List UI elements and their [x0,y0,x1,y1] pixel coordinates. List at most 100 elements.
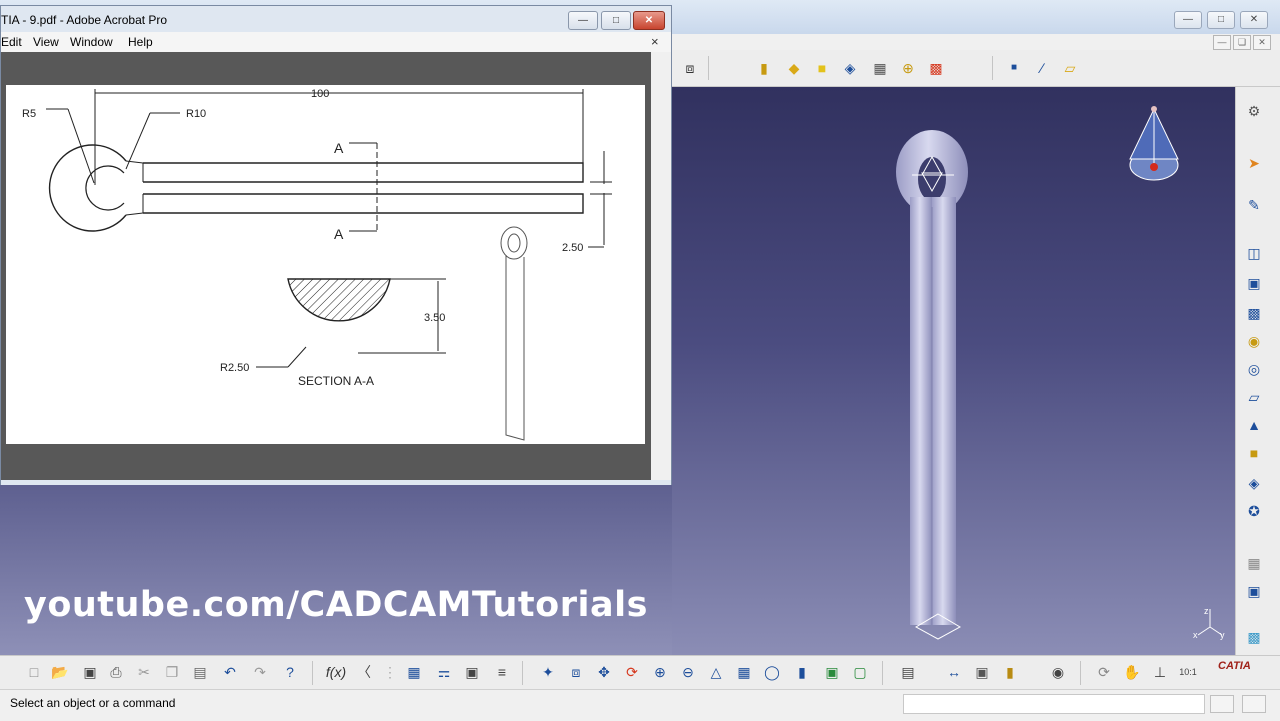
shaft-icon[interactable]: ◈ [840,58,860,78]
sketch-pad-icon[interactable]: ▮ [754,58,774,78]
section-label: SECTION A-A [298,374,374,388]
capture-lock-icon[interactable]: ▮ [1000,662,1020,682]
pocket-icon[interactable]: ◆ [784,58,804,78]
menu-edit[interactable]: Edit [1,35,22,49]
formula-icon[interactable]: f(x) [326,662,346,682]
pocket-icon[interactable]: ▣ [1244,273,1264,293]
document-restore-button[interactable]: ❏ [1233,35,1251,50]
radius-large-label: R10 [186,108,206,120]
table-icon[interactable]: ▦ [404,662,424,682]
watermark-text: youtube.com/CADCAMTutorials [24,585,648,625]
lock-icon[interactable]: ▣ [462,662,482,682]
cut-icon[interactable]: ✂ [134,662,154,682]
hole-icon[interactable]: ◎ [1244,359,1264,379]
menu-help[interactable]: Help [128,35,153,49]
acrobat-window: TIA - 9.pdf - Adobe Acrobat Pro — □ ✕ Ed… [0,5,672,485]
rib-icon[interactable]: ▱ [1244,387,1264,407]
material-icon[interactable]: ▩ [1244,627,1264,647]
catia-maximize-button[interactable]: □ [1207,11,1235,29]
fly-icon[interactable]: ✦ [538,662,558,682]
slot-icon[interactable]: ▲ [1244,415,1264,435]
pan-icon[interactable]: ✥ [594,662,614,682]
multisection-solid-icon[interactable]: ◈ [1244,473,1264,493]
print-icon[interactable]: ⎙ [106,662,126,682]
tree-icon[interactable]: ⚎ [434,662,454,682]
redo-icon[interactable]: ↷ [250,662,270,682]
update-icon[interactable]: ⟳ [1094,662,1114,682]
point-icon[interactable]: ■ [1004,58,1024,78]
acrobat-maximize-button[interactable]: □ [601,11,631,30]
ratio-icon[interactable]: 10:1 [1178,662,1198,682]
measure-between-icon[interactable]: ▤ [898,662,918,682]
comment-icon[interactable]: 〈 [354,662,374,682]
copy-icon[interactable]: ❐ [162,662,182,682]
toolbar-separator [1080,661,1081,685]
axis-y-label: y [1220,630,1225,640]
measure-icon[interactable]: ≡ [492,662,512,682]
shading-icon[interactable]: ▮ [792,662,812,682]
mass-icon[interactable]: ▣ [972,662,992,682]
3d-viewport-lower-left[interactable] [0,485,672,655]
axis-z-label: z [1204,606,1209,616]
acrobat-minimize-button[interactable]: — [568,11,598,30]
measure-item-icon[interactable]: ↔ [944,662,964,682]
normal-view-icon[interactable]: △ [706,662,726,682]
removed-multisection-icon[interactable]: ✪ [1244,501,1264,521]
fit-all-icon[interactable]: ⧈ [566,662,586,682]
acrobat-vertical-scrollbar[interactable] [651,52,671,480]
line-icon[interactable]: ∕ [1032,58,1052,78]
capture-icon[interactable]: ◉ [1048,662,1068,682]
document-close-button[interactable]: ✕ [1253,35,1271,50]
swap-icon[interactable]: ▢ [850,662,870,682]
point-target-icon[interactable]: ⊕ [898,58,918,78]
solid-combine-icon[interactable]: ■ [1244,443,1264,463]
menu-window[interactable]: Window [70,35,113,49]
pad-icon[interactable]: ◫ [1244,243,1264,263]
boolean-icon[interactable]: ▩ [926,58,946,78]
acrobat-close-button[interactable]: ✕ [633,11,665,30]
catia-close-button[interactable]: ✕ [1240,11,1268,29]
cotter-pin-model[interactable]: z x y [672,87,1235,655]
save-icon[interactable]: ▣ [80,662,100,682]
toolbar-separator [312,661,313,685]
select-arrow-icon[interactable]: ➤ [1244,153,1264,173]
status-button-1[interactable] [1210,695,1234,713]
whats-this-icon[interactable]: ? [280,662,300,682]
document-minimize-button[interactable]: — [1213,35,1231,50]
axis-system-icon[interactable]: ▣ [1244,581,1264,601]
3d-viewport[interactable]: z x y [672,87,1235,655]
acrobat-window-title: TIA - 9.pdf - Adobe Acrobat Pro [1,13,168,27]
toolbar-separator [882,661,883,685]
pad-icon[interactable]: ■ [812,58,832,78]
zoom-in-icon[interactable]: ⊕ [650,662,670,682]
command-input[interactable] [903,694,1205,714]
rotate-mode-icon[interactable]: ✋ [1122,662,1142,682]
document-close-icon[interactable]: × [651,34,659,49]
compass-toggle-icon[interactable]: ⊥ [1150,662,1170,682]
groove-icon[interactable]: ◉ [1244,331,1264,351]
paste-icon[interactable]: ▤ [190,662,210,682]
catia-bottom-toolbar: □ 📂 ▣ ⎙ ✂ ❐ ▤ ↶ ↷ ? f(x) 〈 ⋮ ▦ ⚎ ▣ ≡ ✦ ⧈… [0,655,1280,690]
sketcher-icon[interactable]: ✎ [1244,195,1264,215]
knowledge-icon[interactable]: ⋮ [380,662,400,682]
section-marker-bottom: A [334,226,344,242]
menu-view[interactable]: View [33,35,59,49]
zoom-out-icon[interactable]: ⊖ [678,662,698,682]
compass-icon[interactable] [1129,106,1179,181]
multi-section-icon[interactable]: ▦ [870,58,890,78]
undo-icon[interactable]: ↶ [220,662,240,682]
status-button-2[interactable] [1242,695,1266,713]
settings-icon[interactable]: ⚙ [1244,101,1264,121]
hide-show-icon[interactable]: ▣ [822,662,842,682]
iso-view-icon[interactable]: ◯ [762,662,782,682]
new-icon[interactable]: □ [24,662,44,682]
rotate-icon[interactable]: ⟳ [622,662,642,682]
boolean-icon[interactable]: ▦ [1244,553,1264,573]
plane-icon[interactable]: ▱ [1060,58,1080,78]
acrobat-bottom-border [1,480,671,485]
multi-view-icon[interactable]: ▦ [734,662,754,682]
open-icon[interactable]: 📂 [50,662,70,682]
fit-all-icon[interactable]: ⧈ [680,58,700,78]
catia-minimize-button[interactable]: — [1174,11,1202,29]
shaft-icon[interactable]: ▩ [1244,303,1264,323]
